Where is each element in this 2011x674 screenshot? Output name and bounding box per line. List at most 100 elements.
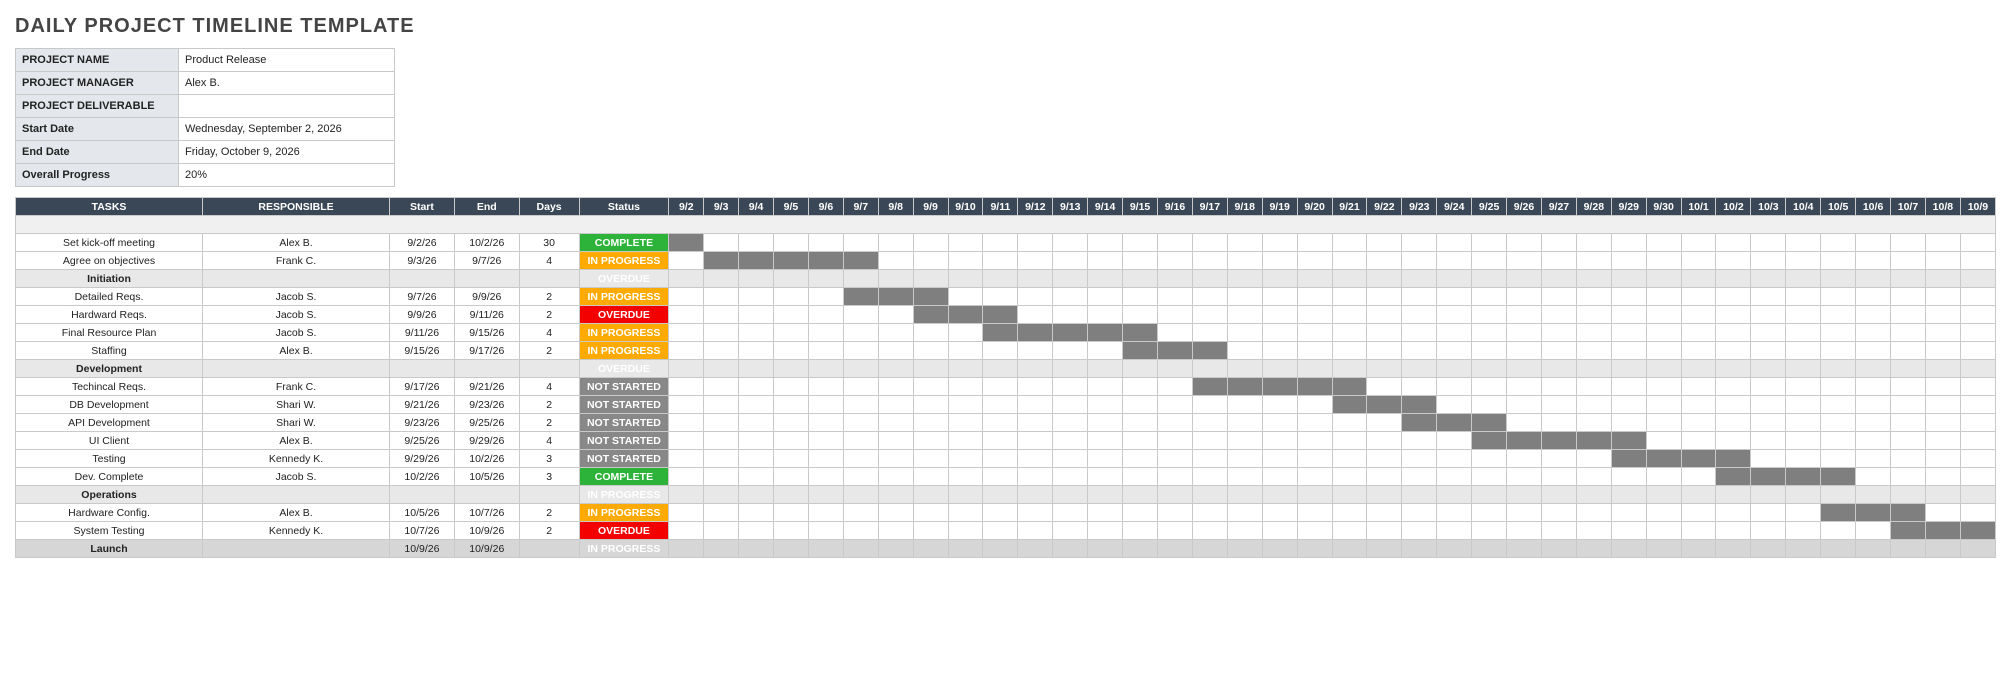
- days-cell[interactable]: 3: [519, 450, 579, 468]
- task-cell[interactable]: Hardward Reqs.: [16, 306, 203, 324]
- responsible-cell[interactable]: Shari W.: [203, 414, 390, 432]
- responsible-cell[interactable]: [203, 486, 390, 504]
- responsible-cell[interactable]: Kennedy K.: [203, 522, 390, 540]
- start-cell[interactable]: 10/7/26: [390, 522, 455, 540]
- task-cell[interactable]: System Testing: [16, 522, 203, 540]
- task-cell[interactable]: DB Development: [16, 396, 203, 414]
- days-cell[interactable]: 2: [519, 306, 579, 324]
- task-cell[interactable]: Agree on objectives: [16, 252, 203, 270]
- days-cell[interactable]: 2: [519, 504, 579, 522]
- responsible-cell[interactable]: [203, 360, 390, 378]
- days-cell[interactable]: 4: [519, 252, 579, 270]
- days-cell[interactable]: 2: [519, 342, 579, 360]
- status-cell[interactable]: IN PROGRESS: [579, 324, 669, 342]
- task-cell[interactable]: UI Client: [16, 432, 203, 450]
- end-cell[interactable]: 10/2/26: [454, 234, 519, 252]
- status-cell[interactable]: NOT STARTED: [579, 414, 669, 432]
- days-cell[interactable]: [519, 540, 579, 558]
- end-cell[interactable]: 9/7/26: [454, 252, 519, 270]
- responsible-cell[interactable]: Kennedy K.: [203, 450, 390, 468]
- start-cell[interactable]: 9/15/26: [390, 342, 455, 360]
- task-cell[interactable]: Detailed Reqs.: [16, 288, 203, 306]
- end-cell[interactable]: 9/17/26: [454, 342, 519, 360]
- days-cell[interactable]: 2: [519, 414, 579, 432]
- start-cell[interactable]: 9/23/26: [390, 414, 455, 432]
- status-cell[interactable]: COMPLETE: [579, 468, 669, 486]
- status-cell[interactable]: NOT STARTED: [579, 378, 669, 396]
- start-cell[interactable]: 9/9/26: [390, 306, 455, 324]
- start-cell[interactable]: 9/25/26: [390, 432, 455, 450]
- task-cell[interactable]: Testing: [16, 450, 203, 468]
- status-cell[interactable]: OVERDUE: [579, 306, 669, 324]
- start-cell[interactable]: 9/21/26: [390, 396, 455, 414]
- status-cell[interactable]: IN PROGRESS: [579, 342, 669, 360]
- start-cell[interactable]: 9/7/26: [390, 288, 455, 306]
- responsible-cell[interactable]: Jacob S.: [203, 324, 390, 342]
- status-cell[interactable]: NOT STARTED: [579, 396, 669, 414]
- end-cell[interactable]: 10/2/26: [454, 450, 519, 468]
- status-cell[interactable]: IN PROGRESS: [579, 288, 669, 306]
- status-cell[interactable]: OVERDUE: [579, 522, 669, 540]
- responsible-cell[interactable]: Shari W.: [203, 396, 390, 414]
- end-cell[interactable]: 10/7/26: [454, 504, 519, 522]
- start-cell[interactable]: 10/9/26: [390, 540, 455, 558]
- responsible-cell[interactable]: [203, 540, 390, 558]
- status-cell[interactable]: IN PROGRESS: [579, 504, 669, 522]
- days-cell[interactable]: 30: [519, 234, 579, 252]
- days-cell[interactable]: [519, 360, 579, 378]
- meta-value[interactable]: Wednesday, September 2, 2026: [179, 118, 395, 141]
- responsible-cell[interactable]: Alex B.: [203, 432, 390, 450]
- days-cell[interactable]: 4: [519, 324, 579, 342]
- status-cell[interactable]: NOT STARTED: [579, 450, 669, 468]
- status-cell[interactable]: IN PROGRESS: [579, 486, 669, 504]
- meta-value[interactable]: Friday, October 9, 2026: [179, 141, 395, 164]
- responsible-cell[interactable]: Jacob S.: [203, 306, 390, 324]
- start-cell[interactable]: 9/17/26: [390, 378, 455, 396]
- meta-value[interactable]: Product Release: [179, 49, 395, 72]
- status-cell[interactable]: OVERDUE: [579, 360, 669, 378]
- end-cell[interactable]: 9/23/26: [454, 396, 519, 414]
- task-cell[interactable]: Set kick-off meeting: [16, 234, 203, 252]
- start-cell[interactable]: 10/5/26: [390, 504, 455, 522]
- responsible-cell[interactable]: [203, 270, 390, 288]
- task-cell[interactable]: Development: [16, 360, 203, 378]
- task-cell[interactable]: API Development: [16, 414, 203, 432]
- days-cell[interactable]: 4: [519, 378, 579, 396]
- end-cell[interactable]: 9/11/26: [454, 306, 519, 324]
- status-cell[interactable]: IN PROGRESS: [579, 540, 669, 558]
- task-cell[interactable]: Dev. Complete: [16, 468, 203, 486]
- start-cell[interactable]: 9/3/26: [390, 252, 455, 270]
- days-cell[interactable]: 2: [519, 288, 579, 306]
- start-cell[interactable]: 10/2/26: [390, 468, 455, 486]
- task-cell[interactable]: Final Resource Plan: [16, 324, 203, 342]
- days-cell[interactable]: 2: [519, 522, 579, 540]
- responsible-cell[interactable]: Alex B.: [203, 342, 390, 360]
- meta-value[interactable]: Alex B.: [179, 72, 395, 95]
- status-cell[interactable]: COMPLETE: [579, 234, 669, 252]
- responsible-cell[interactable]: Frank C.: [203, 252, 390, 270]
- responsible-cell[interactable]: Frank C.: [203, 378, 390, 396]
- status-cell[interactable]: NOT STARTED: [579, 432, 669, 450]
- status-cell[interactable]: IN PROGRESS: [579, 252, 669, 270]
- meta-value[interactable]: 20%: [179, 164, 395, 187]
- task-cell[interactable]: Launch: [16, 540, 203, 558]
- start-cell[interactable]: [390, 486, 455, 504]
- task-cell[interactable]: Staffing: [16, 342, 203, 360]
- end-cell[interactable]: 9/29/26: [454, 432, 519, 450]
- days-cell[interactable]: 4: [519, 432, 579, 450]
- end-cell[interactable]: 9/21/26: [454, 378, 519, 396]
- task-cell[interactable]: Hardware Config.: [16, 504, 203, 522]
- end-cell[interactable]: [454, 486, 519, 504]
- start-cell[interactable]: 9/29/26: [390, 450, 455, 468]
- responsible-cell[interactable]: Jacob S.: [203, 288, 390, 306]
- end-cell[interactable]: 9/15/26: [454, 324, 519, 342]
- start-cell[interactable]: 9/2/26: [390, 234, 455, 252]
- status-cell[interactable]: OVERDUE: [579, 270, 669, 288]
- start-cell[interactable]: 9/11/26: [390, 324, 455, 342]
- days-cell[interactable]: [519, 486, 579, 504]
- end-cell[interactable]: [454, 270, 519, 288]
- responsible-cell[interactable]: Alex B.: [203, 234, 390, 252]
- days-cell[interactable]: 3: [519, 468, 579, 486]
- start-cell[interactable]: [390, 360, 455, 378]
- task-cell[interactable]: Initiation: [16, 270, 203, 288]
